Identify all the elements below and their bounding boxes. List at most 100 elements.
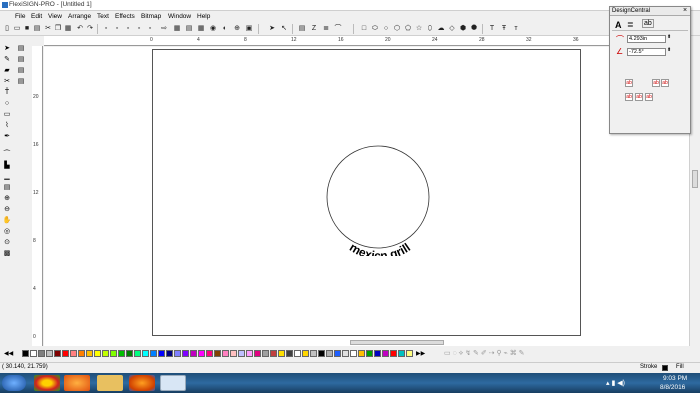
swatch[interactable]: [206, 350, 213, 357]
ellipse-icon[interactable]: ⬭: [371, 25, 379, 33]
swatch[interactable]: [230, 350, 237, 357]
redo-icon[interactable]: ↷: [86, 25, 94, 33]
media-player-icon[interactable]: [64, 375, 90, 391]
horizontal-scrollbar[interactable]: [44, 339, 689, 346]
preview-icon[interactable]: ▣: [245, 25, 253, 33]
menu-effects[interactable]: Effects: [115, 13, 135, 20]
send-icon[interactable]: ⇨: [160, 25, 168, 33]
chrome-icon[interactable]: [34, 375, 60, 391]
swatch[interactable]: [294, 350, 301, 357]
image-tool-icon[interactable]: ▤: [2, 183, 12, 193]
knife-tool-icon[interactable]: ✂: [2, 77, 12, 87]
text-align-icon[interactable]: ≣: [627, 20, 634, 29]
align-icon[interactable]: ▫: [124, 25, 132, 33]
swatch[interactable]: [318, 350, 325, 357]
swatch[interactable]: [246, 350, 253, 357]
select-arrow-icon[interactable]: ➤: [268, 25, 276, 33]
palette-left-arrow-icon[interactable]: ◀◀: [4, 350, 13, 357]
swatch[interactable]: [358, 350, 365, 357]
weed-tool-icon[interactable]: ⏜: [2, 150, 12, 160]
weld-icon[interactable]: ▫: [135, 25, 143, 33]
swatch[interactable]: [310, 350, 317, 357]
menu-window[interactable]: Window: [168, 13, 191, 20]
swatch[interactable]: [382, 350, 389, 357]
swatch[interactable]: [398, 350, 405, 357]
text-arc-icon[interactable]: ⌒: [334, 25, 342, 33]
node-tool-icon[interactable]: ✎: [2, 55, 12, 65]
swatch[interactable]: [262, 350, 269, 357]
firefox-icon[interactable]: [129, 375, 155, 391]
swatch[interactable]: [302, 350, 309, 357]
circle-icon[interactable]: ○: [382, 25, 390, 33]
ungroup-icon[interactable]: ▫: [113, 25, 121, 33]
start-button-icon[interactable]: [2, 375, 26, 391]
menu-text[interactable]: Text: [97, 13, 109, 20]
cut-icon[interactable]: ✂: [44, 25, 52, 33]
text-fit-icon[interactable]: ≣: [322, 25, 330, 33]
swatch[interactable]: [286, 350, 293, 357]
close-icon[interactable]: ×: [683, 7, 687, 14]
contour-icon[interactable]: ▫: [146, 25, 154, 33]
swatch[interactable]: [86, 350, 93, 357]
swatch[interactable]: [166, 350, 173, 357]
swatch[interactable]: [78, 350, 85, 357]
fill-tool-icon[interactable]: ▙: [2, 161, 12, 171]
tray-icons[interactable]: ▴ ▮ ◀): [606, 379, 625, 387]
swatch[interactable]: [390, 350, 397, 357]
text-path-icon[interactable]: Ŧ: [500, 25, 508, 33]
group-icon[interactable]: ▫: [102, 25, 110, 33]
menu-view[interactable]: View: [48, 13, 62, 20]
scroll-thumb[interactable]: [692, 170, 698, 188]
swatch[interactable]: [22, 350, 29, 357]
swatch[interactable]: [174, 350, 181, 357]
save-icon[interactable]: ■: [23, 25, 31, 33]
swatch[interactable]: [270, 350, 277, 357]
swatch[interactable]: [350, 350, 357, 357]
page-icon[interactable]: ▤: [16, 44, 26, 54]
arc-bottom-icon[interactable]: ab: [652, 79, 660, 87]
color-icon[interactable]: ◉: [209, 25, 217, 33]
zoom-icon[interactable]: ⊕: [233, 25, 241, 33]
hexagon-icon[interactable]: ⬡: [393, 25, 401, 33]
swatch[interactable]: [190, 350, 197, 357]
swatch[interactable]: [62, 350, 69, 357]
print-icon[interactable]: ▤: [33, 25, 41, 33]
scroll-thumb[interactable]: [350, 340, 444, 345]
table-icon[interactable]: ▦: [173, 25, 181, 33]
new-icon[interactable]: ▯: [3, 25, 11, 33]
swatch[interactable]: [374, 350, 381, 357]
text-a-icon[interactable]: A: [615, 20, 622, 30]
swatch[interactable]: [222, 350, 229, 357]
swatch[interactable]: [70, 350, 77, 357]
arc-center-icon[interactable]: ab: [635, 93, 643, 101]
arc-flip-icon[interactable]: ab: [661, 79, 669, 87]
star-icon[interactable]: ☆: [415, 25, 423, 33]
copy-icon[interactable]: ❐: [54, 25, 62, 33]
spinner-icon[interactable]: ⬍: [667, 34, 671, 40]
pentagon-icon[interactable]: ⬠: [404, 25, 412, 33]
open-icon[interactable]: ▭: [13, 25, 21, 33]
swatch[interactable]: [182, 350, 189, 357]
menu-bitmap[interactable]: Bitmap: [141, 13, 161, 20]
zoom-page-icon[interactable]: ⊙: [2, 238, 12, 248]
undo-icon[interactable]: ↶: [76, 25, 84, 33]
shape-icon[interactable]: ⬢: [459, 25, 467, 33]
swatch[interactable]: [118, 350, 125, 357]
pick-tool-icon[interactable]: ➤: [2, 44, 12, 54]
oval-icon[interactable]: ⬯: [426, 25, 434, 33]
file-explorer-icon[interactable]: [97, 375, 123, 391]
flexisign-taskbar-icon[interactable]: [160, 375, 186, 391]
menu-file[interactable]: File: [15, 13, 25, 20]
page-setup-icon[interactable]: ▤: [16, 55, 26, 65]
spinner-icon[interactable]: ⬍: [667, 47, 671, 53]
swatch[interactable]: [150, 350, 157, 357]
swatch[interactable]: [110, 350, 117, 357]
shape-tool-icon[interactable]: ▰: [2, 66, 12, 76]
swatch[interactable]: [406, 350, 413, 357]
text-block-icon[interactable]: ▤: [298, 25, 306, 33]
rectangle-icon[interactable]: □: [360, 25, 368, 33]
swatch[interactable]: [30, 350, 37, 357]
swatch[interactable]: [254, 350, 261, 357]
grid-icon[interactable]: ▦: [197, 25, 205, 33]
swatch[interactable]: [142, 350, 149, 357]
